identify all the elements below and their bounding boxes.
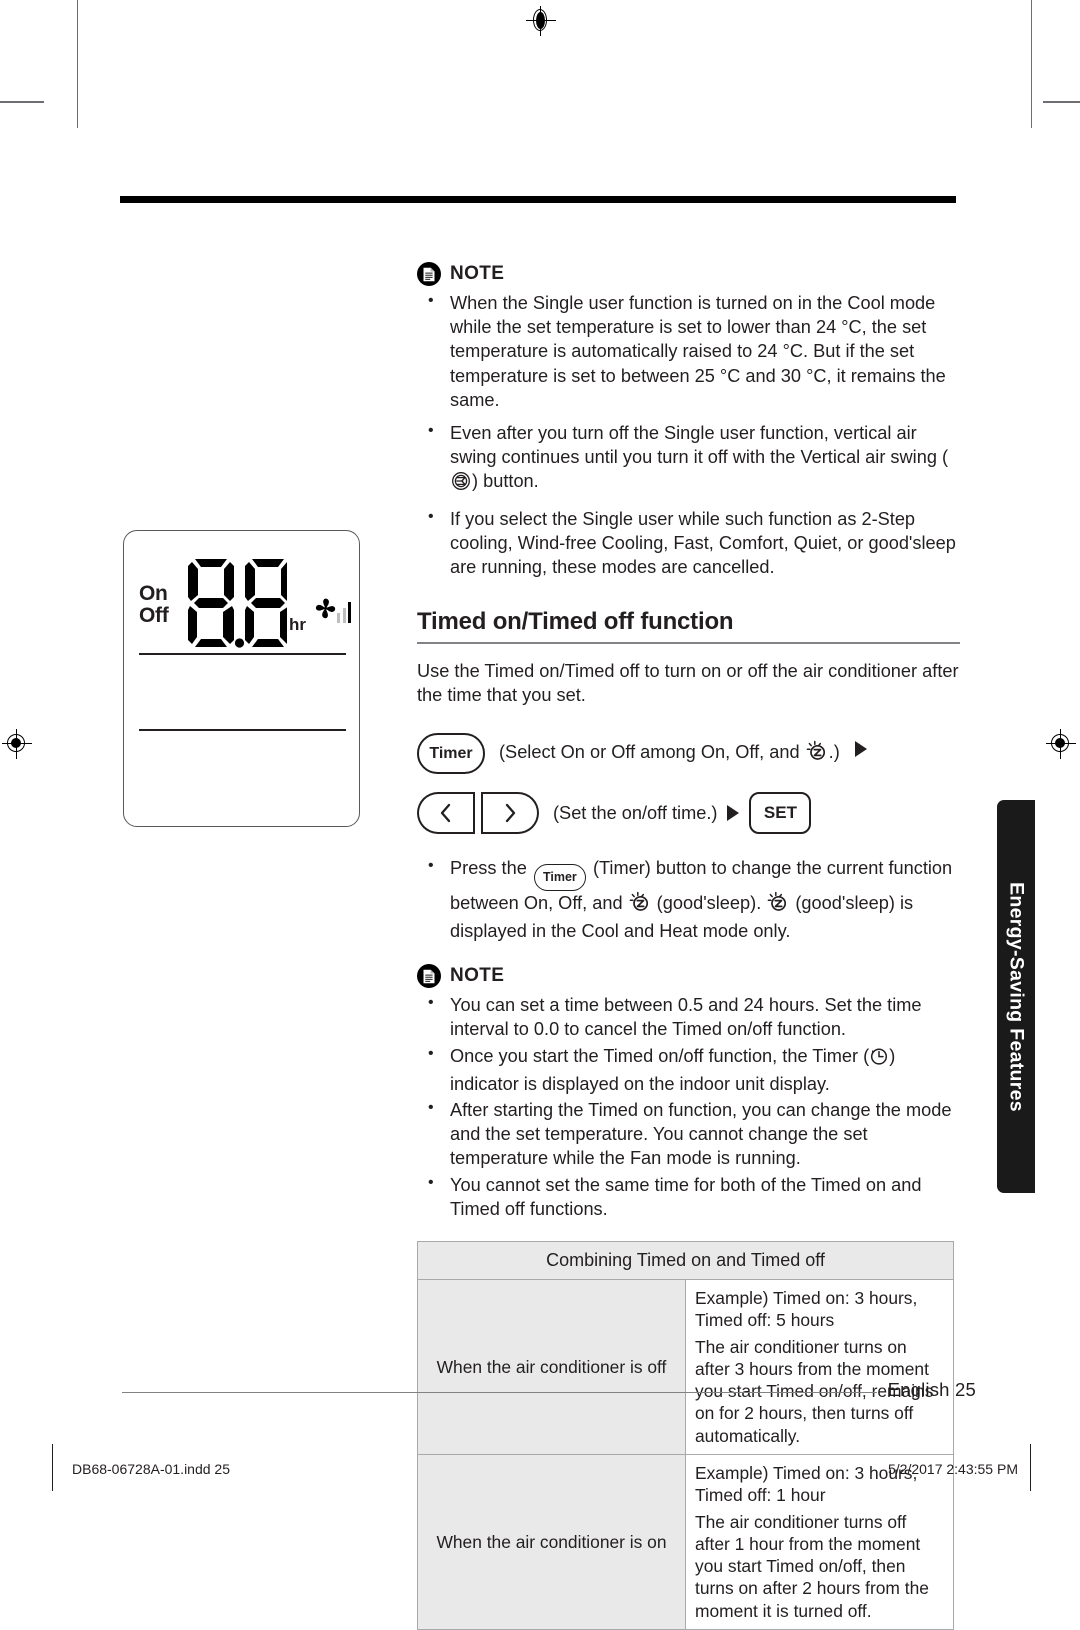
crop-line-left-top — [0, 101, 44, 103]
table-row-body: Example) Timed on: 3 hours, Timed off: 5… — [685, 1279, 954, 1455]
registration-mark-right — [1046, 729, 1076, 759]
table-row: When the air conditioner is off Example)… — [417, 1279, 954, 1455]
step1-caption-end: .) — [828, 742, 840, 763]
print-strip-right-edge — [1030, 1444, 1032, 1491]
lcd-divider-2 — [139, 729, 346, 731]
indoor-unit-display-illustration: On Off hr — [123, 530, 360, 827]
note-bullet-text: You cannot set the same time for both of… — [450, 1174, 922, 1219]
combining-timer-table: Combining Timed on and Timed off When th… — [417, 1241, 954, 1630]
lcd-unit-label: hr — [289, 615, 306, 634]
press-timer-note: Press the Timer (Timer) button to change… — [417, 855, 960, 943]
note-bullet: You can set a time between 0.5 and 24 ho… — [417, 992, 960, 1041]
timer-button[interactable]: Timer — [417, 733, 485, 775]
goodsleep-icon — [805, 740, 829, 767]
note-bullet-text: Once you start the Timed on/off function… — [450, 1045, 870, 1066]
goodsleep-icon — [766, 891, 790, 919]
lcd-onoff-labels: On Off — [139, 582, 169, 628]
lcd-on-label: On — [139, 582, 168, 605]
chevron-right-icon[interactable] — [481, 792, 539, 835]
press-timer-bullet: Press the Timer (Timer) button to change… — [417, 855, 960, 943]
note-bullet: Even after you turn off the Single user … — [417, 420, 960, 498]
note-bullet-text: You can set a time between 0.5 and 24 ho… — [450, 995, 922, 1040]
step-row-timer: Timer (Select On or Off among On, Off, a… — [417, 733, 960, 775]
note-bottom-bullets: You can set a time between 0.5 and 24 ho… — [417, 992, 960, 1221]
table-header-row: Combining Timed on and Timed off — [417, 1241, 954, 1281]
note-block-bottom: NOTE You can set a time between 0.5 and … — [417, 964, 960, 1221]
note-bullet-text: After starting the Timed on function, yo… — [450, 1100, 952, 1169]
note-bullet-text: Even after you turn off the Single user … — [450, 423, 949, 468]
content-column: NOTE When the Single user function is tu… — [417, 262, 960, 1630]
note-top-bullets: When the Single user function is turned … — [417, 290, 960, 580]
note-bullet-text: If you select the Single user while such… — [450, 508, 956, 578]
note-heading: NOTE — [417, 964, 960, 989]
page-number: English 25 — [887, 1379, 976, 1400]
note-bullet-text: When the Single user function is turned … — [450, 293, 946, 410]
page-title: Timed on/Timed off function — [417, 608, 734, 636]
goodsleep-icon — [628, 891, 652, 919]
clock-icon — [869, 1046, 889, 1072]
vertical-air-swing-icon — [450, 471, 472, 497]
note-bullet: Once you start the Timed on/off function… — [417, 1043, 960, 1096]
lcd-off-label: Off — [139, 604, 169, 628]
table-example-text: Example) Timed on: 3 hours, Timed off: 5… — [695, 1288, 918, 1331]
step1-caption-text: (Select On or Off among On, Off, and — [499, 742, 805, 763]
signal-bars-icon — [337, 601, 351, 623]
note-bullet: If you select the Single user while such… — [417, 506, 960, 580]
note-heading: NOTE — [417, 262, 960, 286]
print-info-strip: DB68-06728A-01.indd 25 5/2/2017 2:43:55 … — [0, 1444, 1080, 1491]
press-note-part3: (good'sleep). — [651, 892, 767, 913]
crop-line-top-right — [1031, 0, 1033, 128]
note-bullet: When the Single user function is turned … — [417, 290, 960, 412]
table-header-cell: Combining Timed on and Timed off — [417, 1241, 954, 1281]
print-timestamp: 5/2/2017 2:43:55 PM — [888, 1461, 1018, 1477]
chapter-tab-label: Energy-Saving Features — [1005, 881, 1028, 1112]
section-intro: Use the Timed on/Timed off to turn on or… — [417, 660, 959, 705]
table-detail-text: The air conditioner turns off after 1 ho… — [695, 1511, 929, 1621]
press-note-part1: Press the — [450, 858, 532, 879]
note-document-icon — [417, 964, 441, 989]
registration-mark-left — [2, 729, 32, 759]
print-filename: DB68-06728A-01.indd 25 — [72, 1461, 231, 1477]
note-bullet-text-cont: ) button. — [472, 471, 539, 492]
set-button[interactable]: SET — [749, 792, 812, 835]
lcd-seven-segment-digits — [187, 557, 291, 654]
table-row-head: When the air conditioner is off — [417, 1279, 686, 1455]
step2-caption: (Set the on/off time.) — [553, 802, 718, 823]
chevron-left-icon[interactable] — [417, 792, 475, 835]
note-label: NOTE — [450, 965, 505, 987]
crop-line-top-left — [77, 0, 79, 128]
arrow-right-flow-icon — [727, 805, 740, 822]
arrow-right-flow-icon — [854, 741, 867, 758]
lcd-divider-1 — [139, 653, 346, 655]
step1-caption: (Select On or Off among On, Off, and .) — [499, 740, 877, 767]
timer-button-inline[interactable]: Timer — [533, 863, 586, 891]
note-document-icon — [417, 262, 441, 286]
step-row-set: (Set the on/off time.) SET — [417, 792, 960, 835]
note-bullet: After starting the Timed on function, yo… — [417, 1097, 960, 1171]
page-footer-rule — [122, 1392, 877, 1394]
page-header-rule — [120, 196, 956, 203]
print-strip-left-edge — [52, 1444, 54, 1491]
chapter-tab-energy-saving-features: Energy-Saving Features — [997, 800, 1035, 1193]
lcd-readout: On Off hr — [139, 557, 351, 648]
note-label: NOTE — [450, 263, 505, 284]
note-bullet: You cannot set the same time for both of… — [417, 1172, 960, 1221]
note-block-top: NOTE When the Single user function is tu… — [417, 262, 960, 579]
registration-mark-top — [526, 6, 556, 36]
seven-segment-8.8 — [188, 559, 291, 648]
section-rule — [417, 642, 960, 644]
crop-line-right-top — [1043, 101, 1080, 103]
